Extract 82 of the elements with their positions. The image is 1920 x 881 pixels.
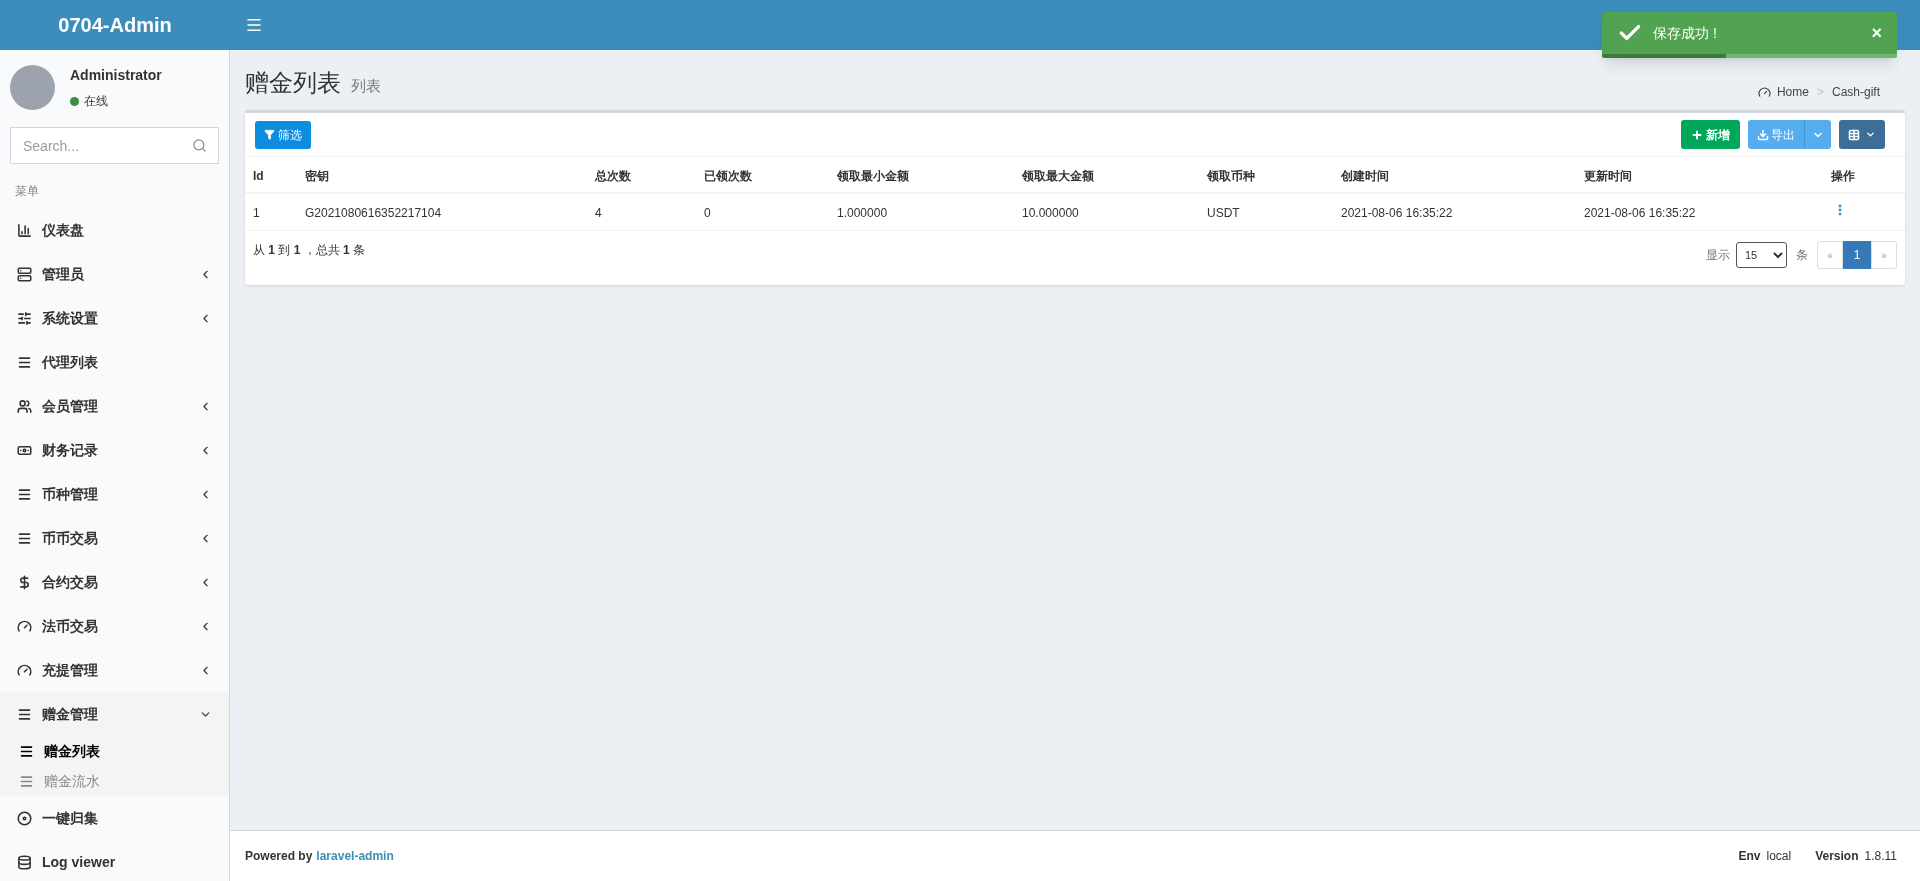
sidebar-item[interactable]: 会员管理 [0, 384, 229, 428]
list-icon [17, 530, 32, 546]
per-page-select[interactable]: 15 [1736, 242, 1787, 268]
target-icon [17, 810, 32, 826]
show-label: 显示 [1706, 247, 1730, 264]
column-header: Id [253, 168, 264, 183]
grid-icon [1848, 128, 1860, 141]
user-name: Administrator [70, 66, 162, 85]
sidebar-item[interactable]: 代理列表 [0, 340, 229, 384]
sidebar-item[interactable]: 币种管理 [0, 472, 229, 516]
sidebar-item[interactable]: 管理员 [0, 252, 229, 296]
menu-heading: 菜单 [14, 183, 40, 200]
gauge-icon [1757, 85, 1771, 99]
columns-button[interactable] [1839, 120, 1885, 149]
server-icon [17, 266, 32, 282]
version-label: Version [1815, 848, 1859, 865]
page-subtitle: 列表 [351, 76, 381, 96]
sidebar-item[interactable]: 赠金管理 [0, 692, 229, 736]
sidebar-item[interactable]: 仪表盘 [0, 208, 229, 252]
sidebar-item[interactable]: Log viewer [0, 840, 229, 881]
results-summary: 从 1 到 1 ，总共 1 条 [253, 242, 366, 259]
sliders-icon [17, 310, 32, 326]
column-header: 领取币种 [1207, 168, 1255, 183]
status-text: 在线 [84, 93, 108, 110]
env-value: local [1766, 848, 1792, 865]
table-cell: 2021-08-06 16:35:22 [1584, 206, 1696, 220]
sidebar-item[interactable]: 币币交易 [0, 516, 229, 560]
list-icon [17, 706, 32, 722]
page-title: 赠金列表 [245, 68, 341, 98]
list-icon [17, 486, 32, 502]
users-icon [17, 398, 32, 414]
breadcrumb-link[interactable]: Home [1776, 83, 1809, 101]
column-header: 操作 [1831, 168, 1855, 183]
gauge-icon [17, 618, 32, 634]
download-icon [1757, 128, 1769, 141]
table-cell: G2021080616352217104 [305, 206, 442, 220]
column-header: 已领次数 [704, 168, 752, 183]
powered-by-text: Powered by [245, 848, 313, 865]
submenu-item[interactable]: 赠金列表 [0, 736, 229, 766]
sidebar-item[interactable]: 法币交易 [0, 604, 229, 648]
sidebar-item[interactable]: 充提管理 [0, 648, 229, 692]
table-cell: 4 [595, 206, 602, 220]
sidebar-item[interactable]: 财务记录 [0, 428, 229, 472]
column-header: 创建时间 [1341, 168, 1389, 183]
table-cell: 0 [704, 206, 711, 220]
plus-icon [1691, 128, 1703, 141]
unit-label: 条 [1796, 247, 1808, 264]
filter-icon [264, 129, 275, 140]
env-label: Env [1738, 848, 1761, 865]
sidebar-item[interactable]: 一键归集 [0, 796, 229, 840]
column-header: 总次数 [595, 168, 631, 183]
menu-icon [245, 16, 263, 34]
avatar [10, 65, 55, 110]
list-icon [19, 773, 34, 789]
logo-text: 0704-Admin [58, 13, 172, 38]
column-header: 密钥 [305, 168, 329, 183]
search-field[interactable]: Search... [10, 127, 219, 164]
laravel-admin-link[interactable]: laravel-admin [316, 847, 394, 865]
gauge-icon [17, 662, 32, 678]
dollar-icon [17, 574, 32, 590]
page-button[interactable]: 1 [1843, 241, 1871, 269]
table-cell: 1.000000 [837, 206, 888, 220]
sidebar-item[interactable]: 合约交易 [0, 560, 229, 604]
database-icon [17, 854, 32, 870]
breadcrumb-link[interactable]: Cash-gift [1831, 83, 1880, 101]
sidebar-item[interactable]: 系统设置 [0, 296, 229, 340]
list-icon [19, 743, 34, 759]
bar-chart-icon [17, 222, 32, 238]
table-cell: 2021-08-06 16:35:22 [1341, 206, 1453, 220]
table-cell: USDT [1207, 206, 1240, 220]
column-header: 更新时间 [1584, 168, 1632, 183]
breadcrumb-separator: > [1816, 84, 1824, 101]
version-value: 1.8.11 [1864, 848, 1897, 865]
caret-icon [1865, 129, 1876, 140]
filter-button[interactable]: 筛选 [255, 120, 311, 149]
column-header: 领取最大金额 [1022, 168, 1094, 183]
table-cell: 1 [253, 206, 260, 220]
column-header: 领取最小金额 [837, 168, 909, 183]
table-cell: 10.000000 [1022, 206, 1079, 220]
search-icon [192, 138, 207, 153]
toast-message: 保存成功 ! [1653, 23, 1718, 43]
list-icon [17, 354, 32, 370]
